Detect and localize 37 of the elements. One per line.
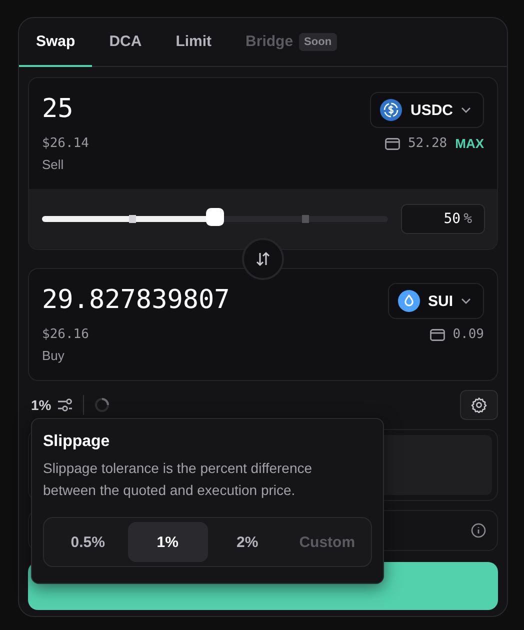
percent-field[interactable]: 50 %	[401, 204, 485, 234]
usdc-coin-icon	[380, 99, 402, 121]
tab[interactable]: Limit	[158, 18, 229, 67]
balance-value: 52.28	[408, 136, 448, 151]
usd-value: $26.14	[42, 136, 89, 151]
buy-label: Buy	[42, 348, 66, 363]
chevron-down-icon	[461, 107, 471, 113]
sliders-icon[interactable]	[57, 398, 74, 412]
max-link[interactable]: MAX	[455, 136, 484, 151]
wallet-icon	[430, 328, 445, 340]
usd-value: $26.16	[42, 327, 90, 342]
tab[interactable]: Swap	[19, 18, 92, 67]
amount-value: 25	[42, 93, 74, 126]
amount-slider[interactable]	[42, 209, 388, 229]
popover-description: Slippage tolerance is the percent difference between the quoted and execution price.	[43, 459, 314, 500]
wallet-icon	[384, 138, 400, 150]
amount-value: 29.827839807	[42, 284, 230, 317]
token-selector[interactable]: SUI	[388, 283, 484, 319]
slider-tick	[302, 215, 308, 223]
swap-arrows-icon	[255, 251, 271, 267]
balance-value: 0.09	[452, 327, 484, 342]
chevron-down-icon	[461, 298, 471, 304]
tab[interactable]: DCA	[92, 18, 159, 67]
loading-spinner-icon	[94, 397, 110, 413]
slippage-value[interactable]: 1%	[31, 397, 52, 413]
slider-thumb[interactable]	[206, 208, 224, 226]
slippage-option[interactable]: 2%	[208, 522, 288, 562]
slippage-option[interactable]: 1%	[128, 522, 208, 562]
sell-label: Sell	[42, 157, 65, 172]
soon-badge: Soon	[299, 32, 337, 50]
slippage-option[interactable]: 0.5%	[48, 522, 128, 562]
settings-button[interactable]	[460, 390, 498, 420]
popover-title: Slippage	[43, 433, 110, 451]
info-icon[interactable]	[471, 523, 486, 538]
water-drop-coin-icon	[398, 290, 420, 312]
token-selector[interactable]: USDC	[370, 92, 484, 128]
settings-icon	[471, 397, 487, 413]
